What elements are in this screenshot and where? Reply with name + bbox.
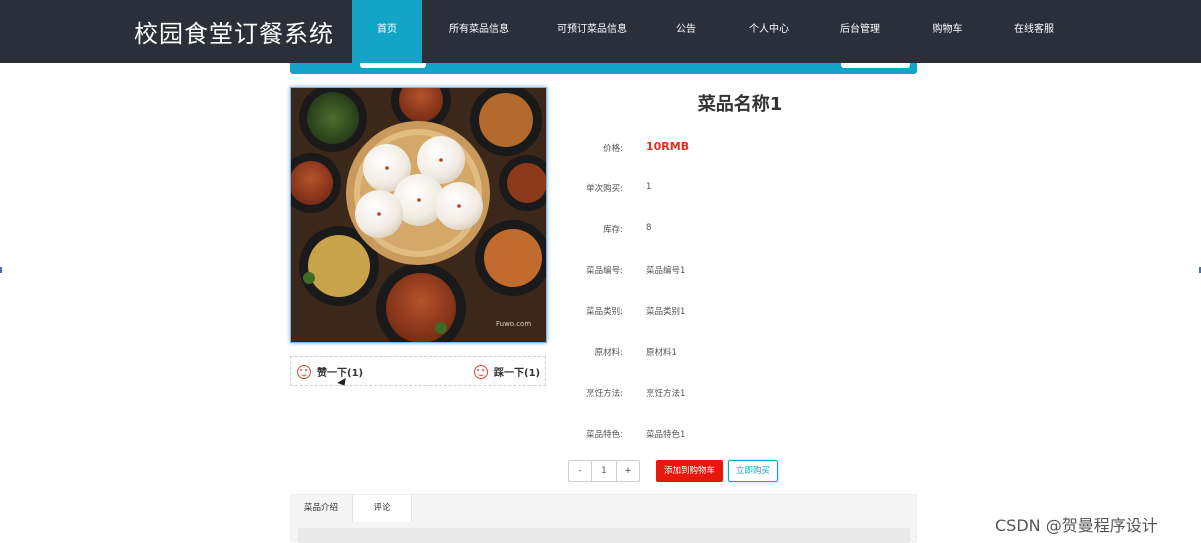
site-title: 校园食堂订餐系统 bbox=[134, 20, 334, 48]
detail-tabs: 菜品介绍 评论 bbox=[290, 494, 917, 543]
smile-icon bbox=[297, 364, 311, 379]
purchase-limit-value: 1 bbox=[646, 182, 652, 192]
nav-item-online-service[interactable]: 在线客服 bbox=[1002, 0, 1066, 63]
stock-label: 库存: bbox=[603, 225, 623, 235]
dislike-label: 踩一下(1) bbox=[494, 368, 541, 379]
dish-category-label: 菜品类别: bbox=[586, 307, 623, 317]
price-label: 价格: bbox=[603, 144, 623, 154]
strip-tab-left bbox=[360, 63, 426, 68]
nav-item-home[interactable]: 首页 bbox=[352, 0, 422, 63]
tab-comments[interactable]: 评论 bbox=[352, 495, 412, 522]
nav-item-cart[interactable]: 购物车 bbox=[920, 0, 975, 63]
top-navigation-bar: 校园食堂订餐系统 首页 所有菜品信息 可预订菜品信息 公告 个人中心 后台管理 … bbox=[0, 0, 1201, 63]
buy-now-button[interactable]: 立即购买 bbox=[728, 460, 778, 482]
ingredients-label: 原材料: bbox=[594, 348, 623, 358]
nav-item-announcements[interactable]: 公告 bbox=[664, 0, 708, 63]
nav-item-bookable-dishes[interactable]: 可预订菜品信息 bbox=[547, 0, 637, 63]
tab-introduction[interactable]: 菜品介绍 bbox=[291, 495, 351, 522]
product-name: 菜品名称1 bbox=[697, 94, 783, 115]
strip-tab-right bbox=[841, 63, 910, 68]
image-watermark: Fuwo.com bbox=[496, 320, 531, 328]
food-photo: Fuwo.com bbox=[291, 88, 546, 342]
product-image: Fuwo.com bbox=[290, 87, 547, 343]
cooking-method-value: 烹饪方法1 bbox=[646, 389, 686, 399]
ingredients-value: 原材料1 bbox=[646, 348, 677, 358]
dish-number-label: 菜品编号: bbox=[586, 266, 623, 276]
quantity-input[interactable]: 1 bbox=[591, 461, 617, 481]
like-button[interactable]: 赞一下(1) bbox=[297, 364, 363, 379]
dish-feature-label: 菜品特色: bbox=[586, 430, 623, 440]
dish-feature-value: 菜品特色1 bbox=[646, 430, 686, 440]
quantity-stepper: - 1 + bbox=[568, 460, 640, 482]
left-edge-marker bbox=[0, 267, 2, 273]
smile-icon bbox=[474, 364, 488, 379]
like-label: 赞一下(1) bbox=[317, 368, 364, 379]
add-to-cart-button[interactable]: 添加到购物车 bbox=[656, 460, 723, 482]
csdn-watermark: CSDN @贺曼程序设计 bbox=[995, 516, 1158, 535]
tab-content-area bbox=[298, 528, 910, 543]
dish-category-value: 菜品类别1 bbox=[646, 307, 686, 317]
increase-button[interactable]: + bbox=[617, 461, 639, 481]
stock-value: 8 bbox=[646, 223, 652, 233]
price-value: 10RMB bbox=[646, 140, 690, 153]
nav-item-admin[interactable]: 后台管理 bbox=[828, 0, 892, 63]
decrease-button[interactable]: - bbox=[569, 461, 591, 481]
dish-number-value: 菜品编号1 bbox=[646, 266, 686, 276]
nav-item-personal-center[interactable]: 个人中心 bbox=[737, 0, 801, 63]
cooking-method-label: 烹饪方法: bbox=[586, 389, 623, 399]
dislike-button[interactable]: 踩一下(1) bbox=[474, 364, 540, 379]
nav-item-all-dishes[interactable]: 所有菜品信息 bbox=[438, 0, 520, 63]
vote-bar: 赞一下(1) 踩一下(1) bbox=[290, 356, 546, 386]
purchase-limit-label: 单次购买: bbox=[586, 184, 623, 194]
